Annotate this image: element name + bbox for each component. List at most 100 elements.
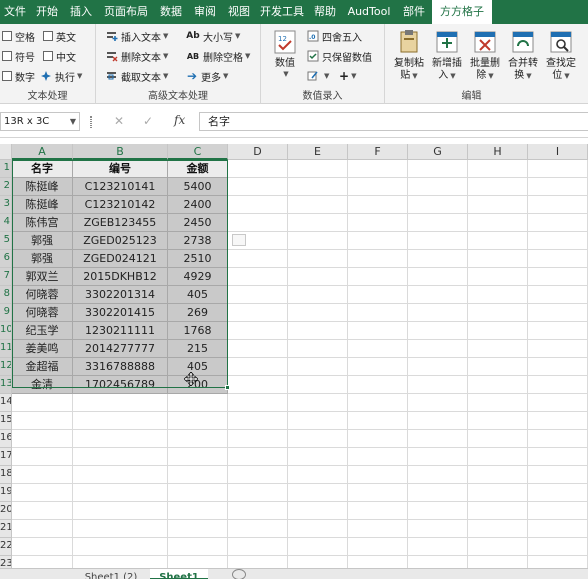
empty-cell[interactable] (408, 358, 468, 376)
empty-cell[interactable] (408, 178, 468, 196)
empty-cell[interactable] (408, 502, 468, 520)
empty-cell[interactable] (528, 376, 588, 394)
empty-cell[interactable] (288, 160, 348, 178)
empty-cell[interactable] (468, 196, 528, 214)
empty-cell[interactable] (348, 304, 408, 322)
empty-cell[interactable] (288, 178, 348, 196)
row-header[interactable]: 16 (0, 430, 12, 448)
row-header[interactable]: 4 (0, 214, 12, 232)
table-cell[interactable]: 2014277777 (73, 340, 168, 358)
empty-cell[interactable] (528, 250, 588, 268)
empty-cell[interactable] (528, 430, 588, 448)
empty-cell[interactable] (408, 286, 468, 304)
empty-cell[interactable] (288, 286, 348, 304)
empty-cell[interactable] (228, 484, 288, 502)
empty-cell[interactable] (348, 484, 408, 502)
empty-cell[interactable] (528, 340, 588, 358)
empty-cell[interactable] (528, 502, 588, 520)
number-checkbox[interactable] (2, 71, 12, 81)
menu-tab-11[interactable]: 方方格子 (432, 0, 492, 24)
empty-cell[interactable] (528, 538, 588, 556)
empty-cell[interactable] (468, 160, 528, 178)
empty-cell[interactable] (468, 286, 528, 304)
empty-cell[interactable] (288, 538, 348, 556)
empty-cell[interactable] (288, 250, 348, 268)
row-header[interactable]: 5 (0, 232, 12, 250)
menu-tab-7[interactable]: 开发工具 (256, 0, 308, 24)
empty-cell[interactable] (408, 232, 468, 250)
empty-cell[interactable] (348, 250, 408, 268)
case-button[interactable]: Ab 大小写 ▼ (186, 28, 240, 44)
empty-cell[interactable] (528, 196, 588, 214)
empty-cell[interactable] (228, 214, 288, 232)
table-cell[interactable]: ZGED025123 (73, 232, 168, 250)
table-cell[interactable]: 1702456789 (73, 376, 168, 394)
empty-cell[interactable] (73, 484, 168, 502)
table-cell[interactable]: 2738 (168, 232, 228, 250)
empty-cell[interactable] (528, 556, 588, 568)
table-cell[interactable]: 200 (168, 376, 228, 394)
table-cell[interactable]: 姜美鸣 (12, 340, 73, 358)
table-cell[interactable]: 5400 (168, 178, 228, 196)
column-header-d[interactable]: D (228, 144, 288, 160)
empty-cell[interactable] (528, 412, 588, 430)
empty-cell[interactable] (468, 376, 528, 394)
empty-cell[interactable] (288, 556, 348, 568)
empty-cell[interactable] (12, 394, 73, 412)
cancel-icon[interactable]: ✕ (114, 114, 124, 128)
empty-cell[interactable] (408, 340, 468, 358)
option-symbol[interactable]: 符号 (2, 48, 35, 64)
column-header-f[interactable]: F (348, 144, 408, 160)
empty-cell[interactable] (408, 412, 468, 430)
empty-cell[interactable] (228, 538, 288, 556)
row-header[interactable]: 22 (0, 538, 12, 556)
english-checkbox[interactable] (43, 31, 53, 41)
empty-cell[interactable] (408, 268, 468, 286)
empty-cell[interactable] (288, 376, 348, 394)
empty-cell[interactable] (228, 160, 288, 178)
sheet-tab-sheet1-2[interactable]: Sheet1 (2) (72, 569, 150, 579)
option-space[interactable]: 空格 (2, 28, 35, 44)
option-english[interactable]: 英文 (43, 28, 76, 44)
batch-delete-button[interactable]: 批量删除 ▼ (467, 28, 503, 90)
menu-tab-4[interactable]: 数据 (154, 0, 188, 24)
empty-cell[interactable] (528, 484, 588, 502)
empty-cell[interactable] (348, 376, 408, 394)
empty-cell[interactable] (288, 430, 348, 448)
empty-cell[interactable] (288, 268, 348, 286)
empty-cell[interactable] (168, 538, 228, 556)
row-header[interactable]: 19 (0, 484, 12, 502)
extract-text-button[interactable]: 截取文本 ▼ (106, 68, 168, 84)
table-cell[interactable]: C123210141 (73, 178, 168, 196)
empty-cell[interactable] (73, 502, 168, 520)
empty-cell[interactable] (228, 340, 288, 358)
empty-cell[interactable] (73, 394, 168, 412)
menu-tab-0[interactable]: 文件 (0, 0, 30, 24)
empty-cell[interactable] (468, 268, 528, 286)
empty-cell[interactable] (348, 520, 408, 538)
empty-cell[interactable] (468, 502, 528, 520)
empty-cell[interactable] (73, 448, 168, 466)
empty-cell[interactable] (348, 412, 408, 430)
empty-cell[interactable] (73, 556, 168, 568)
row-header[interactable]: 10 (0, 322, 12, 340)
empty-cell[interactable] (348, 196, 408, 214)
empty-cell[interactable] (408, 484, 468, 502)
empty-cell[interactable] (528, 466, 588, 484)
empty-cell[interactable] (528, 214, 588, 232)
menu-tab-2[interactable]: 插入 (64, 0, 98, 24)
table-header-cell[interactable]: 编号 (73, 160, 168, 178)
menu-tab-1[interactable]: 开始 (30, 0, 64, 24)
keep-value-button[interactable]: 只保留数值 (307, 48, 372, 64)
empty-cell[interactable] (288, 466, 348, 484)
name-box[interactable]: 13R x 3C ▼ (0, 112, 80, 131)
empty-cell[interactable] (408, 250, 468, 268)
empty-cell[interactable] (468, 430, 528, 448)
table-cell[interactable]: 2400 (168, 196, 228, 214)
table-cell[interactable]: 215 (168, 340, 228, 358)
menu-tab-10[interactable]: 部件 (396, 0, 432, 24)
empty-cell[interactable] (12, 412, 73, 430)
empty-cell[interactable] (528, 178, 588, 196)
empty-cell[interactable] (408, 160, 468, 178)
row-header[interactable]: 2 (0, 178, 12, 196)
